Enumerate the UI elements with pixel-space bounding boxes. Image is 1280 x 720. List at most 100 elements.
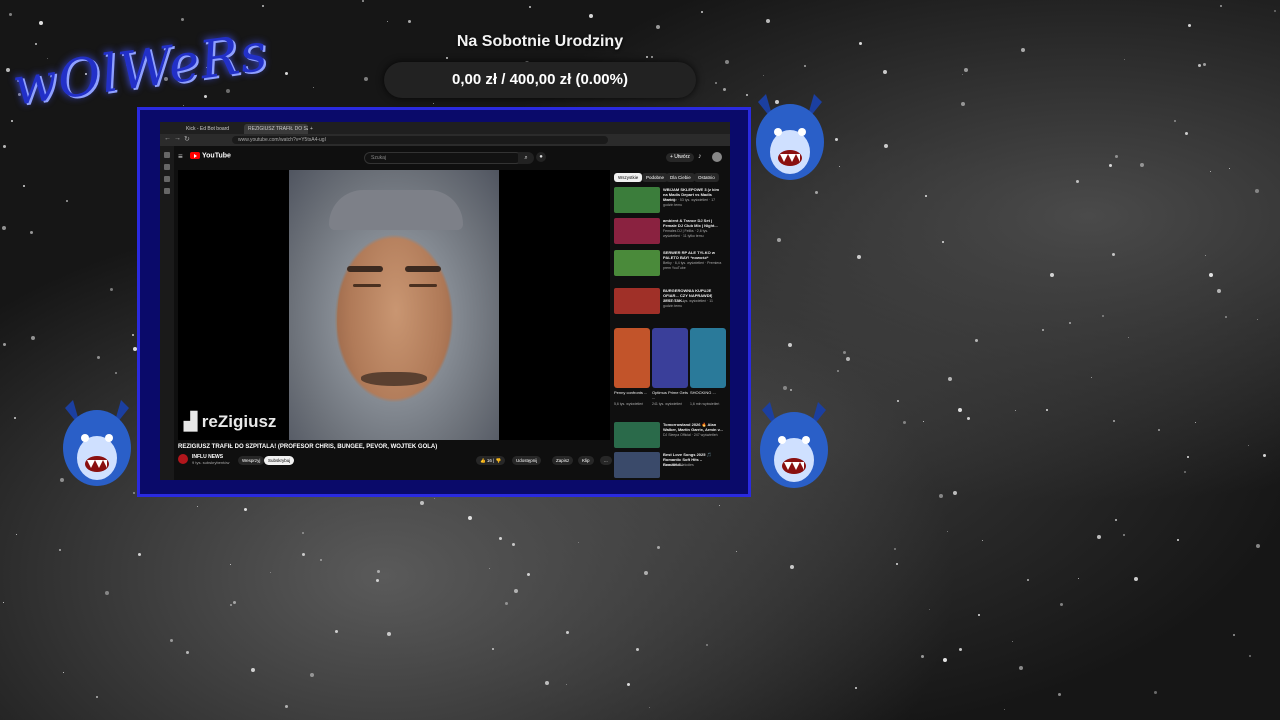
channel-subscribers: 9 tys. subskrybentów	[192, 460, 230, 465]
speck	[226, 89, 230, 93]
like-button[interactable]: 👍 16 | 👎	[476, 456, 506, 465]
video-thumbnail[interactable]	[614, 452, 660, 478]
speck	[1187, 456, 1189, 458]
short-title[interactable]: Penny confronts ...	[614, 390, 650, 395]
chip-recent[interactable]: Ostatnio	[694, 173, 719, 182]
speck	[627, 683, 630, 686]
closed-eye	[353, 284, 381, 287]
recommendation-title[interactable]: Tomorrowland 2026 🔥 Alan Walker, Martin …	[663, 422, 723, 432]
speck	[3, 145, 6, 148]
video-thumbnail[interactable]	[614, 187, 660, 213]
sidebar-icon[interactable]	[164, 152, 170, 158]
new-tab-button[interactable]: +	[306, 124, 322, 134]
speck	[420, 501, 424, 505]
recommendation-item[interactable]: BURGEROWNIA KUPUJE OFIAR... CZY NAPRAWDĘ…	[614, 288, 726, 316]
short-title[interactable]: SHOCKING ...	[690, 390, 726, 395]
recommendation-item[interactable]: SERWER RP ALE TYLKO w PALETO BAY! *nowoś…	[614, 250, 726, 278]
speck	[1185, 132, 1188, 135]
chip-related[interactable]: Podobne	[642, 173, 669, 182]
recommendation-item[interactable]: WBIJAM SKLEPOWE 3 (z kim na Madis Depart…	[614, 187, 726, 215]
speck	[1229, 168, 1230, 169]
short-thumbnail[interactable]	[690, 328, 726, 388]
sidebar-icon[interactable]	[164, 188, 170, 194]
speck	[1256, 544, 1260, 548]
save-button[interactable]: Zapisz	[552, 456, 574, 465]
speck	[1195, 422, 1196, 423]
sidebar-icon[interactable]	[164, 176, 170, 182]
short-thumbnail[interactable]	[614, 328, 650, 388]
like-count: 16	[486, 458, 492, 463]
watermark-text: reZigiusz	[201, 412, 277, 431]
short-meta: 5,6 tys. wyświetleń	[614, 402, 644, 406]
speck	[1015, 410, 1016, 411]
goal-progress-box: 0,00 zł / 400,00 zł (0.00%)	[384, 62, 696, 98]
chip-for-you[interactable]: Dla Ciebie	[666, 173, 695, 182]
mustache	[361, 372, 427, 386]
speck	[967, 417, 970, 420]
sidebar-icon[interactable]	[164, 164, 170, 170]
recommendation-item[interactable]: ambient & Trance DJ Set | Female DJ Club…	[614, 218, 726, 246]
short-thumbnail[interactable]	[652, 328, 688, 388]
search-input[interactable]: Szukaj	[364, 152, 522, 164]
recommendation-item[interactable]: Best Love Songs 2025 🎵 Romantic Soft Hit…	[614, 452, 726, 480]
speck	[310, 673, 314, 677]
forward-icon[interactable]: →	[174, 135, 181, 142]
recommendation-title[interactable]: SERWER RP ALE TYLKO w PALETO BAY! *nowoś…	[663, 250, 723, 260]
speck	[97, 356, 100, 359]
avatar[interactable]	[712, 152, 722, 162]
share-button[interactable]: Udostępnij	[512, 456, 542, 465]
speck	[251, 668, 255, 672]
menu-icon[interactable]: ≡	[178, 152, 183, 161]
speck	[939, 494, 943, 498]
recommendation-title[interactable]: ambient & Trance DJ Set | Female DJ Club…	[663, 218, 723, 228]
channel-avatar[interactable]	[178, 454, 188, 464]
speck	[1209, 273, 1213, 277]
speck	[1128, 337, 1129, 338]
clip-button[interactable]: Klip	[578, 456, 594, 465]
speck	[183, 105, 184, 106]
video-player[interactable]: ▟ reZigiusz	[178, 170, 610, 440]
more-button[interactable]: ...	[600, 456, 612, 465]
speck	[929, 609, 930, 610]
speck	[1115, 155, 1118, 158]
microphone-icon[interactable]: ●	[536, 152, 546, 162]
speck	[362, 0, 364, 2]
browser-tab[interactable]: Kick - Ed Bot board	[182, 124, 244, 134]
create-button[interactable]: + Utwórz	[666, 153, 694, 162]
speck	[1220, 5, 1222, 7]
bell-icon[interactable]: ♪	[698, 153, 702, 160]
recommendation-item[interactable]: Tomorrowland 2026 🔥 Alan Walker, Martin …	[614, 422, 726, 450]
speck	[66, 200, 68, 202]
speck	[1004, 709, 1005, 710]
browser-tab-active[interactable]: REZIGIUSZ TRAFIŁ DO SZP	[244, 124, 308, 134]
video-thumbnail[interactable]	[614, 218, 660, 244]
video-thumbnail[interactable]	[614, 288, 660, 314]
speck	[982, 540, 983, 541]
reload-icon[interactable]: ↻	[184, 135, 190, 143]
video-thumbnail[interactable]	[614, 250, 660, 276]
search-icon[interactable]: ⌕	[518, 152, 534, 164]
speck	[181, 18, 184, 21]
speck	[948, 377, 952, 381]
speck	[943, 658, 947, 662]
speck	[790, 565, 794, 569]
subscribe-button[interactable]: Subskrybuj	[264, 456, 295, 465]
back-icon[interactable]: ←	[164, 135, 171, 142]
tab-bar: Kick - Ed Bot board REZIGIUSZ TRAFIŁ DO …	[160, 122, 730, 134]
speck	[105, 591, 109, 595]
speck	[1263, 454, 1266, 457]
youtube-logo[interactable]: YouTube	[190, 152, 231, 159]
speck	[186, 651, 189, 654]
speck	[788, 343, 792, 347]
chip-all[interactable]: Wszystkie	[614, 173, 643, 182]
speck	[1233, 634, 1235, 636]
join-button[interactable]: Wesprzyj	[238, 456, 265, 465]
speck	[59, 549, 61, 551]
video-thumbnail[interactable]	[614, 422, 660, 448]
speck	[1225, 316, 1227, 318]
short-title[interactable]: Optimus Prime Gets ...	[652, 390, 688, 400]
speck	[1091, 377, 1092, 378]
speck	[947, 531, 948, 532]
speck	[23, 185, 25, 187]
url-field[interactable]: www.youtube.com/watch?v=Y5tsA4-ugI	[232, 136, 608, 144]
